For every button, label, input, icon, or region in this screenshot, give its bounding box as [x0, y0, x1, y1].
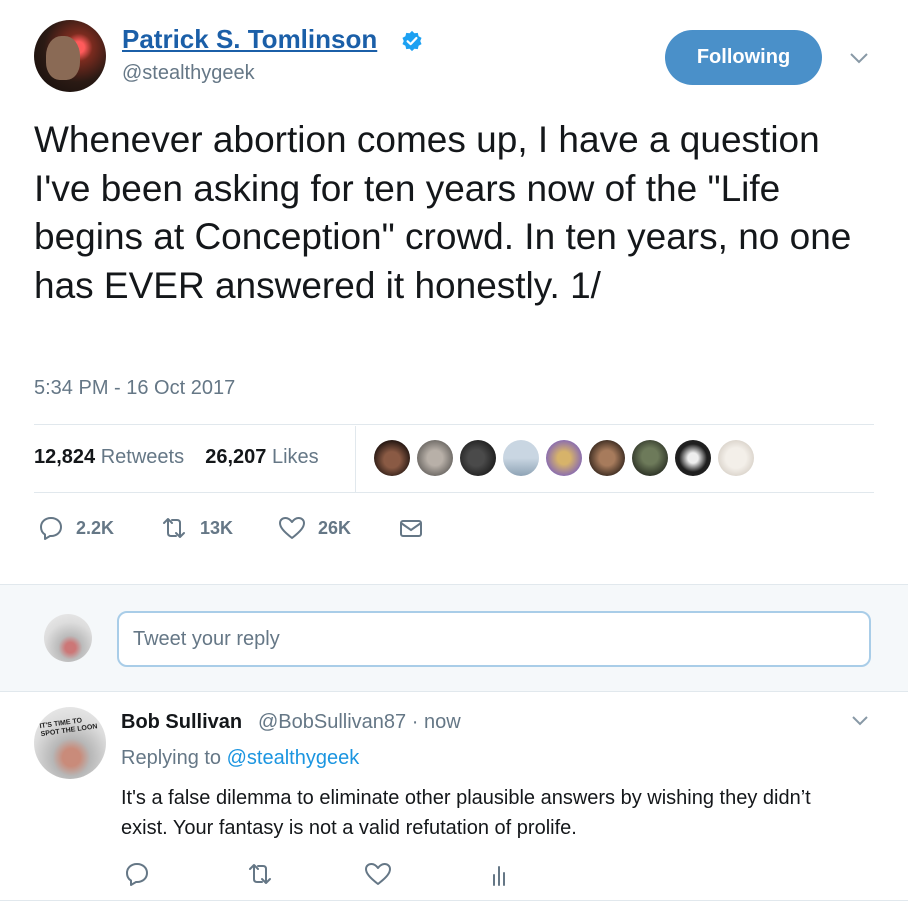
liker-avatar[interactable] [460, 440, 496, 476]
tweet-timestamp[interactable]: 5:34 PM - 16 Oct 2017 [34, 377, 235, 400]
reply-action[interactable]: 2.2K [38, 514, 114, 542]
verified-badge-icon [402, 30, 422, 52]
retweet-count: 13K [200, 517, 234, 538]
following-button[interactable]: Following [665, 30, 822, 85]
author-name[interactable]: Patrick S. Tomlinson [122, 24, 377, 55]
chevron-down-icon[interactable] [848, 50, 870, 66]
divider [34, 424, 874, 425]
reply-meta: @BobSullivan87 · now [258, 711, 461, 734]
like-icon [365, 863, 391, 885]
likes-count[interactable]: 26,207 [205, 446, 266, 468]
liker-avatar[interactable] [718, 440, 754, 476]
liker-avatar[interactable] [546, 440, 582, 476]
reply-retweet-action[interactable] [246, 860, 286, 888]
replying-to-link[interactable]: @stealthygeek [227, 747, 360, 769]
liker-avatar[interactable] [374, 440, 410, 476]
replying-prefix: Replying to [121, 747, 222, 769]
like-icon [279, 517, 305, 539]
author-avatar[interactable] [34, 20, 106, 92]
reply-input[interactable] [117, 611, 871, 667]
reply-author-handle[interactable]: @BobSullivan87 [258, 711, 406, 733]
reply-time[interactable]: now [424, 711, 461, 733]
reply-icon [40, 517, 62, 540]
reply-text: It's a false dilemma to eliminate other … [121, 787, 811, 839]
retweet-action[interactable]: 13K [160, 514, 233, 542]
divider [0, 691, 908, 692]
analytics-icon [493, 866, 505, 886]
tweet-stats: 12,824 Retweets 26,207 Likes [34, 446, 319, 469]
liker-avatar[interactable] [503, 440, 539, 476]
avatar-text: IT'S TIME TO SPOT THE LOON [39, 717, 98, 739]
reply-count: 2.2K [76, 517, 115, 538]
current-user-avatar [44, 614, 92, 662]
divider [34, 492, 874, 493]
liker-avatar[interactable] [417, 440, 453, 476]
chevron-down-icon[interactable] [850, 714, 870, 728]
retweets-label[interactable]: Retweets [101, 446, 184, 468]
reply-author-name[interactable]: Bob Sullivan [121, 711, 242, 734]
direct-message-action[interactable] [398, 514, 436, 542]
retweet-icon [249, 864, 271, 884]
liker-avatar[interactable] [589, 440, 625, 476]
reply-like-action[interactable] [364, 860, 404, 888]
replying-to: Replying to @stealthygeek [121, 747, 359, 770]
reply-analytics-action[interactable] [486, 860, 524, 888]
retweet-icon [163, 518, 185, 538]
tweet-text: Whenever abortion comes up, I have a que… [34, 119, 852, 306]
divider [0, 900, 908, 901]
direct-message-icon [400, 520, 422, 537]
like-action[interactable]: 26K [278, 514, 351, 542]
reply-author-avatar[interactable]: IT'S TIME TO SPOT THE LOON [34, 707, 106, 779]
author-handle[interactable]: @stealthygeek [122, 62, 255, 85]
likes-label[interactable]: Likes [272, 446, 319, 468]
liker-avatar[interactable] [632, 440, 668, 476]
reply-reply-action[interactable] [124, 860, 162, 888]
stats-separator [355, 426, 356, 493]
liker-avatar[interactable] [675, 440, 711, 476]
retweets-count[interactable]: 12,824 [34, 446, 95, 468]
reply-icon [126, 863, 148, 886]
meta-separator: · [411, 711, 419, 733]
like-count: 26K [318, 517, 352, 538]
